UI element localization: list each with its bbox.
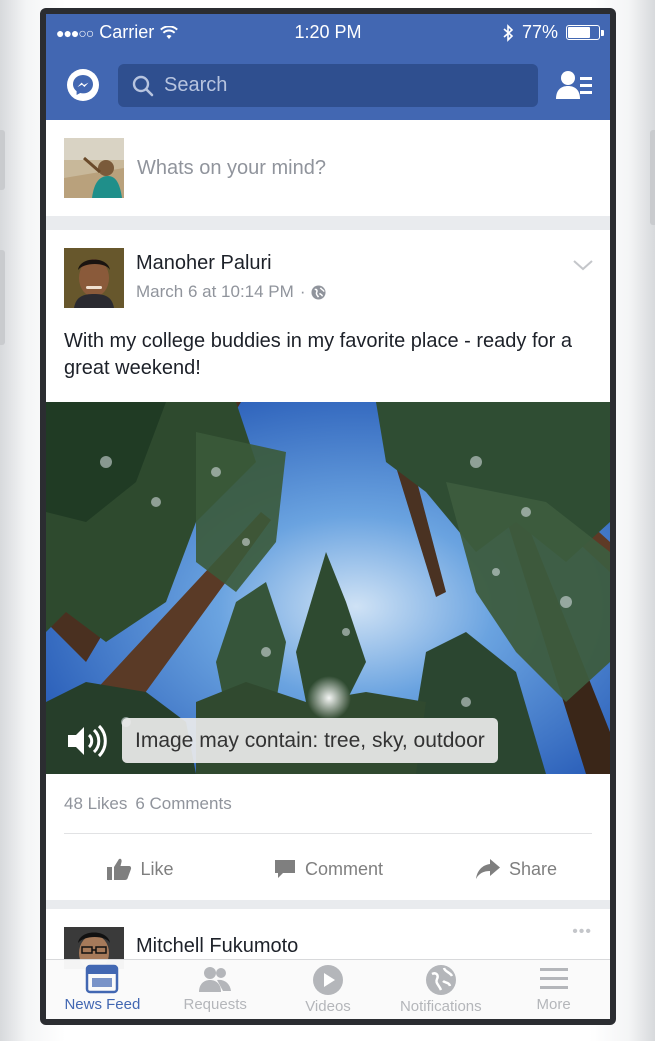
likes-count[interactable]: 48 Likes [64, 794, 127, 814]
tab-videos[interactable]: Videos [272, 960, 385, 1019]
messenger-icon[interactable] [67, 69, 99, 101]
feed-post: Manoher Paluri March 6 at 10:14 PM · Wit… [46, 230, 610, 900]
like-button[interactable]: Like [46, 844, 234, 894]
share-label: Share [508, 858, 558, 879]
thumbs-up-icon [107, 858, 132, 880]
comment-label: Comment [304, 858, 384, 879]
post-actions: Like Comment Share [46, 844, 610, 894]
composer-prompt: Whats on your mind? [137, 157, 326, 179]
tab-label: News Feed [64, 996, 141, 1013]
tab-label: More [536, 996, 571, 1013]
comment-button[interactable]: Comment [234, 844, 422, 894]
battery-percent: 77% [521, 22, 558, 42]
more-icon [539, 968, 568, 989]
more-options-icon[interactable]: ••• [572, 923, 592, 941]
chevron-down-icon[interactable] [572, 258, 594, 272]
search-bar[interactable]: Search [118, 64, 538, 107]
speaker-icon[interactable] [66, 724, 110, 758]
tab-label: Notifications [399, 998, 482, 1015]
post-timestamp[interactable]: March 6 at 10:14 PM [136, 282, 294, 302]
bluetooth-icon [503, 23, 514, 42]
volume-down-button [0, 250, 5, 345]
share-icon [475, 859, 500, 879]
post-author[interactable]: Mitchell Fukumoto [136, 935, 298, 958]
search-icon [132, 75, 154, 96]
comments-count[interactable]: 6 Comments [135, 794, 231, 814]
screen-bezel: ●●●○○ Carrier 1:20 PM 77% Search Whats o… [40, 8, 616, 1025]
post-meta: March 6 at 10:14 PM · [136, 282, 327, 302]
globe-icon [311, 284, 327, 300]
alt-text-caption: Image may contain: tree, sky, outdoor [122, 718, 498, 763]
power-button [650, 130, 655, 225]
tab-bar: News Feed Requests Videos Notifications … [46, 959, 610, 1019]
phone-frame: ●●●○○ Carrier 1:20 PM 77% Search Whats o… [0, 0, 655, 1041]
tab-requests[interactable]: Requests [159, 960, 272, 1019]
post-text: With my college buddies in my favorite p… [64, 330, 572, 379]
requests-icon [199, 967, 232, 992]
author-avatar[interactable] [64, 248, 124, 308]
status-composer[interactable]: Whats on your mind? [46, 120, 610, 216]
post-photo[interactable]: Image may contain: tree, sky, outdoor [46, 402, 610, 774]
battery-level [568, 27, 590, 38]
post-author[interactable]: Manoher Paluri [136, 252, 272, 275]
status-bar: ●●●○○ Carrier 1:20 PM 77% [46, 14, 610, 50]
divider [64, 833, 592, 834]
videos-icon [312, 965, 343, 995]
user-avatar [64, 138, 124, 198]
tab-news-feed[interactable]: News Feed [46, 960, 159, 1019]
notifications-icon [425, 965, 456, 995]
like-label: Like [140, 858, 174, 879]
tab-label: Requests [183, 996, 247, 1013]
tab-label: Videos [305, 998, 351, 1015]
meta-separator: · [299, 282, 306, 301]
app-screen: ●●●○○ Carrier 1:20 PM 77% Search Whats o… [46, 14, 610, 1019]
friend-requests-icon[interactable] [556, 69, 594, 101]
comment-icon [274, 860, 295, 878]
volume-up-button [0, 130, 5, 190]
top-bar: ●●●○○ Carrier 1:20 PM 77% Search [46, 14, 610, 120]
tab-notifications[interactable]: Notifications [384, 960, 497, 1019]
search-placeholder: Search [164, 74, 228, 96]
news-feed-icon [86, 964, 119, 994]
battery-icon [566, 25, 604, 40]
share-button[interactable]: Share [422, 844, 610, 894]
tab-more[interactable]: More [497, 960, 610, 1019]
reaction-counts: 48 Likes 6 Comments [64, 794, 232, 814]
